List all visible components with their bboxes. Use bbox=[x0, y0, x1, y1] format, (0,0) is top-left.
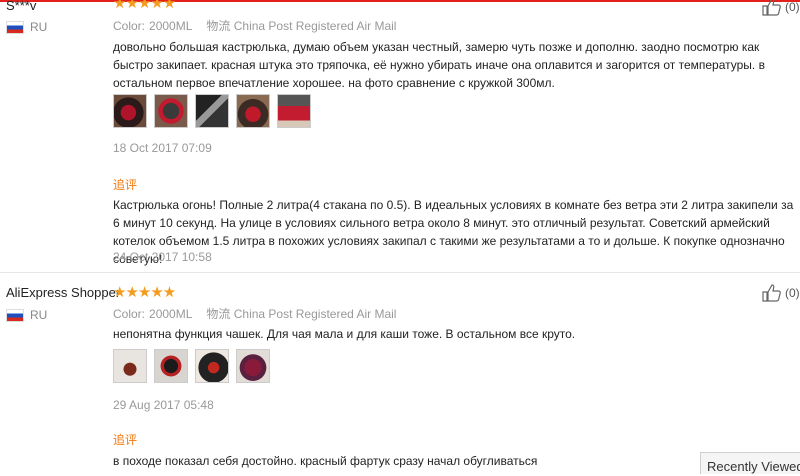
reviewer-name: S***v bbox=[6, 0, 37, 13]
rating-stars: ★★★★★ bbox=[113, 0, 176, 12]
review-item: AliExpress Shopper RU ★★★★★ Color: 2000ML… bbox=[0, 276, 800, 476]
review-photos bbox=[113, 349, 270, 383]
review-item: S***v RU ★★★★★ Color: 2000ML 物流 China Post… bbox=[0, 0, 800, 272]
helpful-count: (0) bbox=[785, 0, 800, 14]
shipping-method: 物流 China Post Registered Air Mail bbox=[206, 307, 397, 321]
russia-flag-icon bbox=[6, 308, 24, 322]
reviewer-country: RU bbox=[6, 308, 47, 322]
review-photos bbox=[113, 94, 311, 128]
color-label: Color: bbox=[113, 19, 146, 33]
review-photo[interactable] bbox=[236, 94, 270, 128]
review-photo[interactable] bbox=[113, 349, 147, 383]
review-date: 18 Oct 2017 07:09 bbox=[113, 141, 212, 155]
color-value: 2000ML bbox=[149, 19, 193, 33]
color-label: Color: bbox=[113, 307, 146, 321]
review-text: довольно большая кастрюлька, думаю объем… bbox=[113, 40, 765, 90]
review-photo[interactable] bbox=[154, 349, 188, 383]
additional-review-label: 追评 bbox=[113, 433, 138, 447]
review-date: 29 Aug 2017 05:48 bbox=[113, 398, 214, 412]
review-photo[interactable] bbox=[113, 94, 147, 128]
russia-flag-icon bbox=[6, 20, 24, 34]
rating-stars: ★★★★★ bbox=[113, 284, 176, 301]
additional-review-label: 追评 bbox=[113, 178, 138, 192]
country-code: RU bbox=[30, 20, 48, 34]
reviewer-name: AliExpress Shopper bbox=[6, 285, 121, 300]
review-photo[interactable] bbox=[236, 349, 270, 383]
review-photo[interactable] bbox=[277, 94, 311, 128]
color-value: 2000ML bbox=[149, 307, 193, 321]
reviewer-country: RU bbox=[6, 20, 47, 34]
helpful-count: (0) bbox=[785, 286, 800, 300]
thumbs-up-icon[interactable] bbox=[762, 0, 782, 16]
review-photo[interactable] bbox=[195, 349, 229, 383]
additional-review-text: Кастрюлька огонь! Полные 2 литра(4 стака… bbox=[113, 198, 794, 266]
country-code: RU bbox=[30, 308, 48, 322]
review-divider bbox=[0, 272, 800, 273]
shipping-method: 物流 China Post Registered Air Mail bbox=[206, 19, 397, 33]
review-photo[interactable] bbox=[154, 94, 188, 128]
additional-review-date: 24 Oct 2017 10:58 bbox=[113, 250, 212, 264]
helpful-button[interactable]: (0) bbox=[762, 284, 800, 302]
thumbs-up-icon[interactable] bbox=[762, 284, 782, 302]
review-photo[interactable] bbox=[195, 94, 229, 128]
helpful-button[interactable]: (0) bbox=[762, 0, 800, 16]
additional-review-text: в походе показал себя достойно. красный … bbox=[113, 454, 538, 468]
order-attributes: Color: 2000ML 物流 China Post Registered Air… bbox=[113, 305, 396, 322]
review-text: непонятна функция чашек. Для чая мала и … bbox=[113, 327, 576, 341]
order-attributes: Color: 2000ML 物流 China Post Registered Air… bbox=[113, 17, 396, 34]
